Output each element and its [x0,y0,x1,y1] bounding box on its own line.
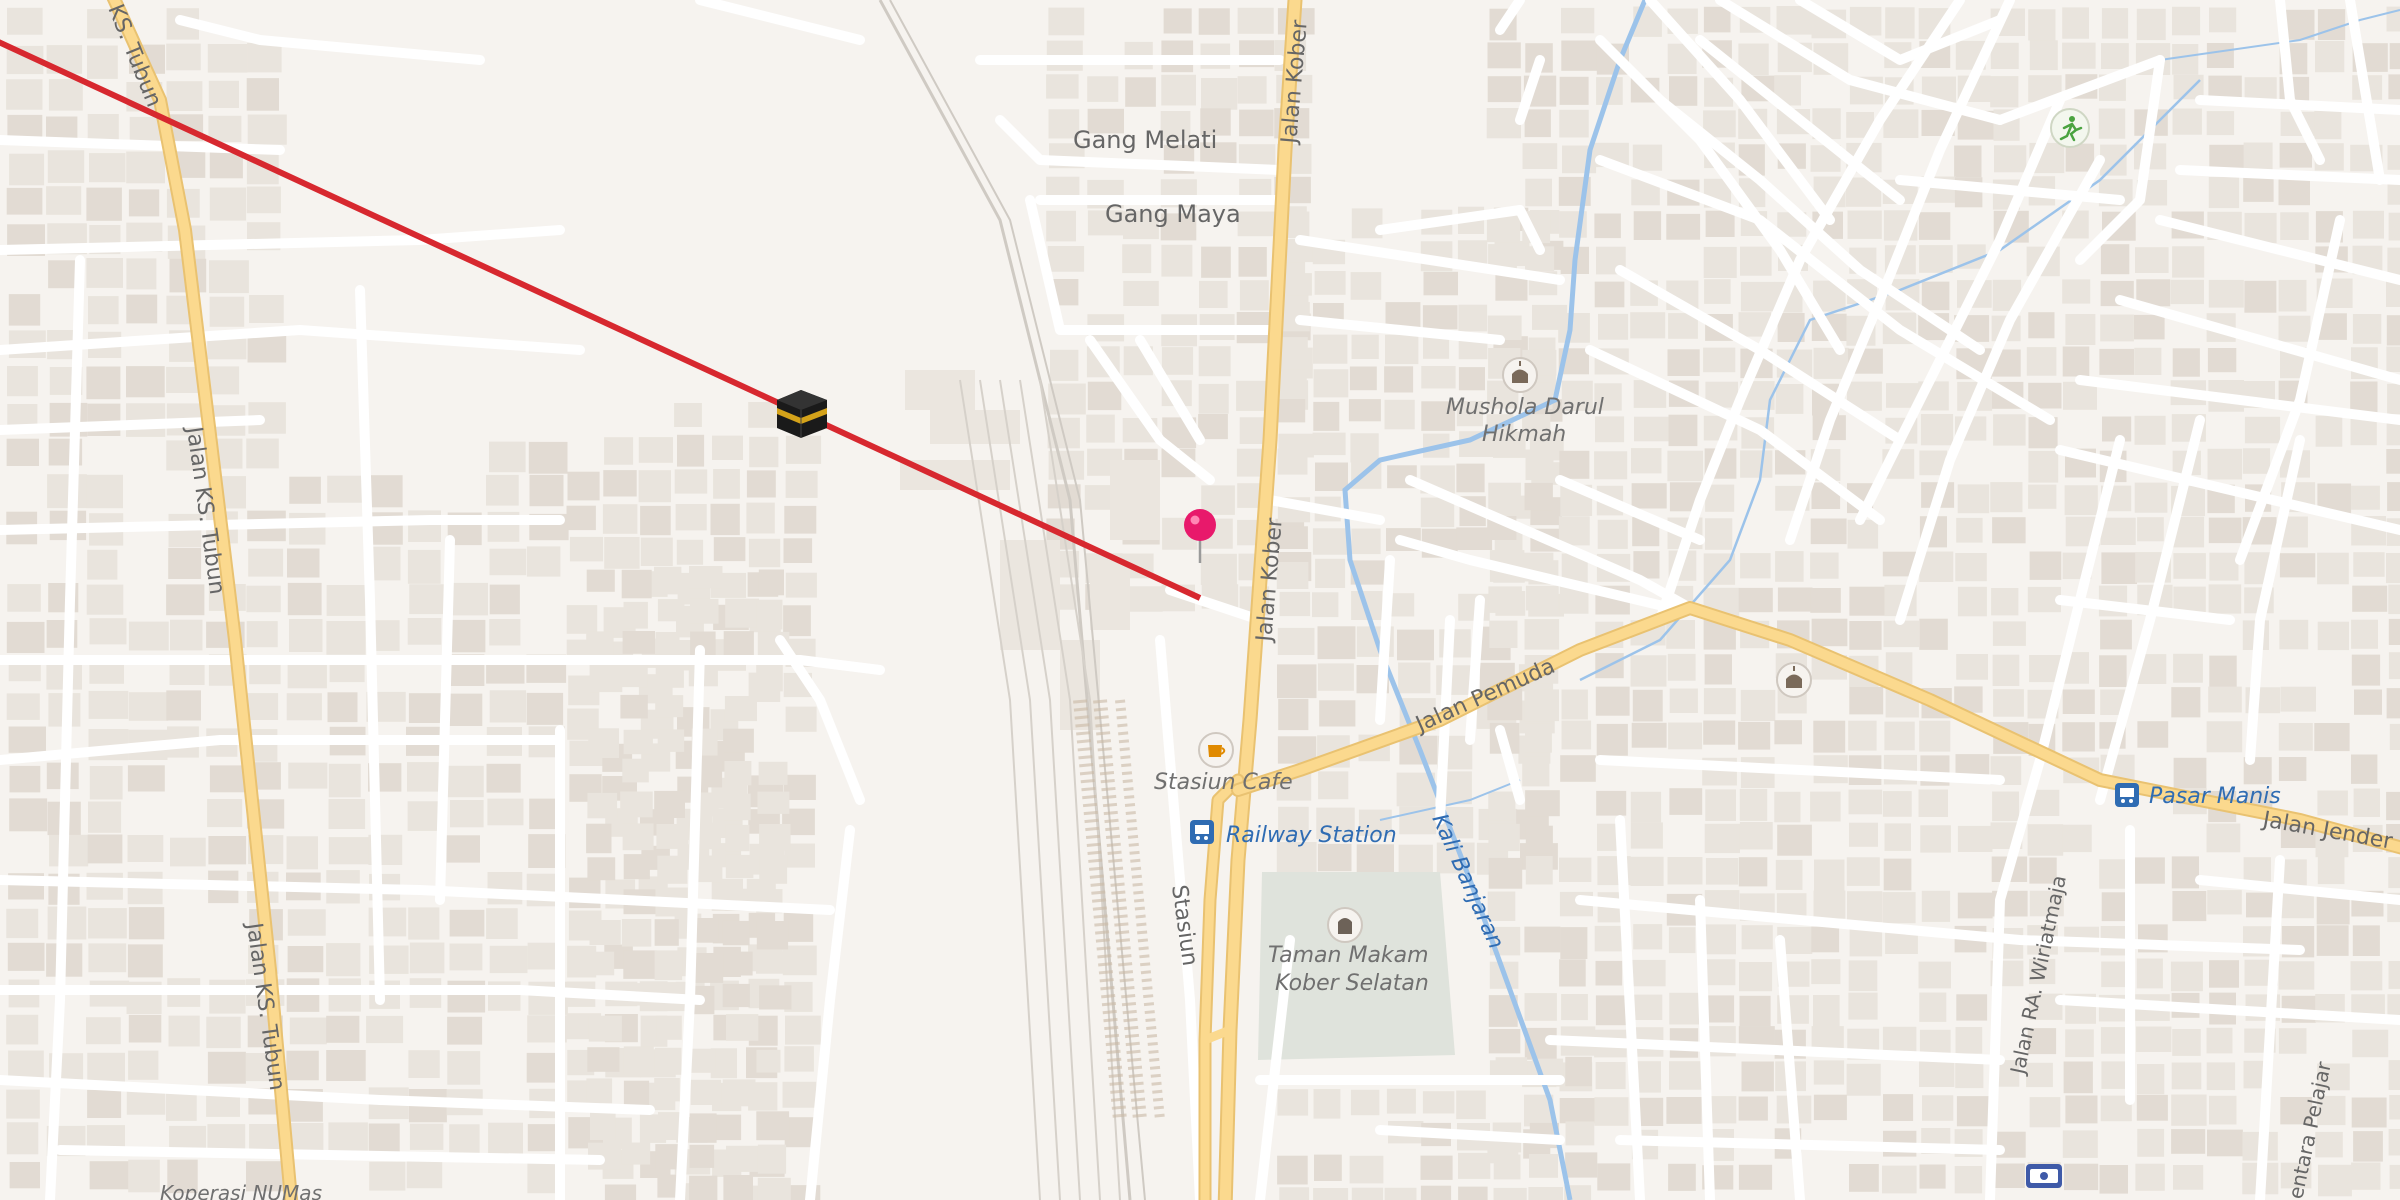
street-label-gang-maya: Gang Maya [1105,200,1241,228]
poi-label-stasiun-cafe: Stasiun Cafe [1154,770,1293,795]
poi-label-railway-station: Railway Station [1226,823,1397,848]
mosque-icon[interactable] [1502,357,1538,393]
map-canvas[interactable]: KS. Tubun Jalan KS. Tubun Jalan KS. Tubu… [0,0,2400,1200]
kaaba-icon[interactable] [777,390,827,438]
park-runner-icon[interactable] [2050,108,2090,148]
street-label-stasiun: Stasiun [1166,883,1202,967]
poi-label-taman-makam-2: Kober Selatan [1275,971,1429,996]
cemetery-icon[interactable] [1327,907,1363,943]
bus-icon[interactable] [2115,783,2139,807]
street-label-gang-melati: Gang Melati [1073,126,1217,154]
poi-label-taman-makam-1: Taman Makam [1268,943,1429,968]
poi-label-pasar-manis: Pasar Manis [2149,784,2281,809]
atm-icon[interactable] [2026,1164,2062,1188]
mosque-icon[interactable] [1776,662,1812,698]
poi-label-mushola-1: Mushola Darul [1446,395,1604,420]
cafe-icon[interactable] [1198,732,1234,768]
poi-label-mushola-2: Hikmah [1482,422,1566,447]
bus-icon[interactable] [1190,820,1214,844]
poi-label-koperasi: Koperasi NUMas [160,1181,322,1200]
